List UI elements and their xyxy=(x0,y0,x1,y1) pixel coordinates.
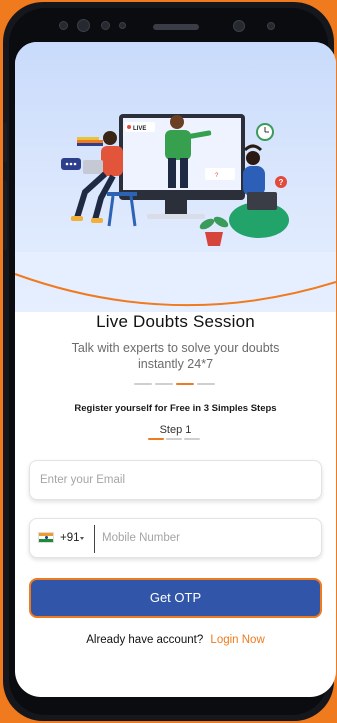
page-subtitle: Talk with experts to solve your doubts i… xyxy=(71,341,280,371)
mobile-input[interactable] xyxy=(102,519,312,557)
carousel-dot xyxy=(134,383,152,385)
step-label: Step 1 xyxy=(159,424,192,436)
login-prompt-text: Already have account? xyxy=(86,634,204,646)
step-dot xyxy=(184,438,200,440)
plant-icon xyxy=(205,232,223,246)
country-code-selector[interactable]: +91 xyxy=(60,532,80,544)
carousel-dot xyxy=(197,383,215,385)
volume-button xyxy=(3,122,7,162)
phone-frame: LIVE ? ? Live Doubts Session Talk with e… xyxy=(3,2,336,721)
step-dot xyxy=(166,438,182,440)
step-dot-active xyxy=(148,438,164,440)
live-dot-icon xyxy=(127,125,131,129)
login-prompt-row: Already have account? Login Now xyxy=(15,634,336,646)
get-otp-button[interactable]: Get OTP xyxy=(29,578,322,618)
laptop-icon xyxy=(247,192,277,210)
field-divider xyxy=(94,525,95,553)
email-input[interactable] xyxy=(40,461,310,499)
register-heading: Register yourself for Free in 3 Simples … xyxy=(74,403,277,414)
sensor-dot xyxy=(119,22,126,29)
mobile-field: +91 xyxy=(29,518,322,558)
page-title: Live Doubts Session xyxy=(96,312,255,331)
earpiece-speaker xyxy=(153,24,199,30)
login-now-link[interactable]: Login Now xyxy=(210,634,264,646)
carousel-dot xyxy=(155,383,173,385)
live-badge: LIVE xyxy=(133,126,146,132)
sensor-dot xyxy=(59,21,68,30)
sensor-dot xyxy=(267,22,275,30)
hero-illustration: LIVE ? ? xyxy=(61,114,289,246)
front-camera-secondary xyxy=(233,20,245,32)
svg-text:?: ? xyxy=(279,178,284,187)
india-flag-icon[interactable] xyxy=(38,532,54,543)
carousel-dot-active xyxy=(176,383,194,385)
volume-button xyxy=(3,180,7,250)
step-indicator xyxy=(148,438,200,440)
laptop-icon xyxy=(83,160,103,174)
carousel-indicator xyxy=(134,383,215,385)
app-screen: LIVE ? ? Live Doubts Session Talk with e… xyxy=(15,42,336,697)
front-camera xyxy=(77,19,90,32)
email-field xyxy=(29,460,322,500)
sensor-dot xyxy=(101,21,110,30)
chevron-down-icon[interactable] xyxy=(80,537,84,540)
